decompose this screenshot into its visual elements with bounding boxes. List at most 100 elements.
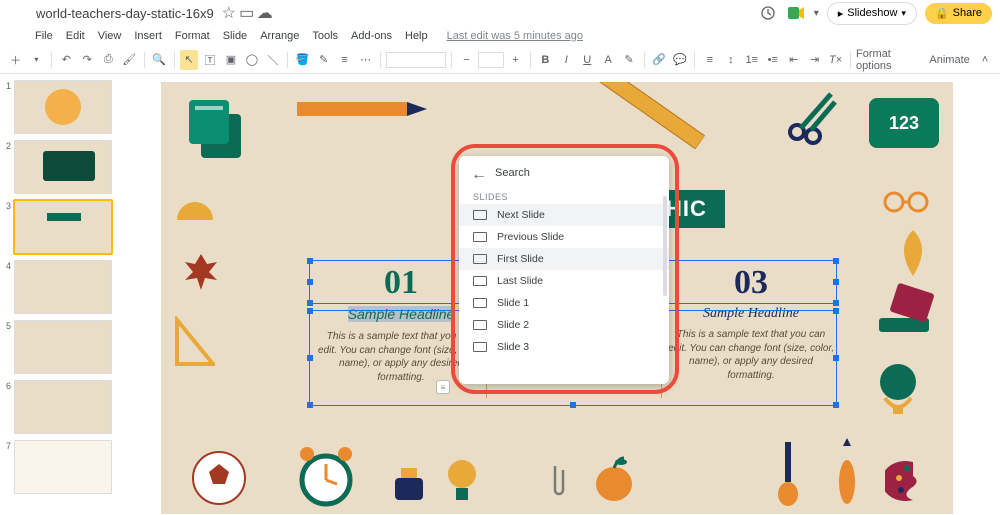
thumb-7[interactable]: [14, 440, 112, 494]
print-button[interactable]: ⎙: [99, 50, 118, 70]
move-icon[interactable]: ▭: [241, 7, 253, 19]
slide-icon: [473, 276, 487, 286]
menu-view[interactable]: View: [98, 30, 122, 42]
menu-bar: File Edit View Insert Format Slide Arran…: [0, 26, 1000, 46]
title-bar: world-teachers-day-static-16x9 ☆ ▭ ☁ ▾ ▸…: [0, 0, 1000, 26]
chalkboard-123: 123: [869, 98, 939, 148]
paintbrush-icon: [773, 442, 803, 508]
popup-scrollbar[interactable]: [663, 196, 667, 296]
menu-edit[interactable]: Edit: [66, 30, 85, 42]
search-item-previous-slide[interactable]: Previous Slide: [459, 226, 669, 248]
search-label[interactable]: Search: [495, 167, 530, 179]
border-weight-button[interactable]: ≡: [335, 50, 354, 70]
speaker-notes-handle-icon[interactable]: ≡: [436, 380, 450, 394]
format-options-button[interactable]: Format options: [856, 48, 923, 72]
book-stack-icon: [873, 278, 943, 348]
thumb-number: 4: [4, 260, 14, 314]
animate-button[interactable]: Animate: [929, 54, 969, 66]
menu-slide[interactable]: Slide: [223, 30, 247, 42]
line-tool[interactable]: ＼: [263, 50, 282, 70]
palette-icon: [885, 458, 941, 504]
search-item-next-slide[interactable]: Next Slide: [459, 204, 669, 226]
comment-button[interactable]: 💬: [671, 50, 690, 70]
search-item-slide-1[interactable]: Slide 1: [459, 292, 669, 314]
cloud-icon[interactable]: ☁: [259, 7, 271, 19]
last-edit-link[interactable]: Last edit was 5 minutes ago: [447, 30, 583, 42]
search-item-label: Slide 2: [497, 319, 529, 331]
toolbar-chevron-up-icon[interactable]: ˄: [976, 50, 994, 70]
underline-button[interactable]: U: [578, 50, 597, 70]
search-item-first-slide[interactable]: First Slide: [459, 248, 669, 270]
zoom-button[interactable]: 🔍: [150, 50, 169, 70]
bulleted-list-button[interactable]: •≡: [763, 50, 782, 70]
link-button[interactable]: 🔗: [650, 50, 669, 70]
border-dash-button[interactable]: ⋯: [356, 50, 375, 70]
clear-format-button[interactable]: T×: [826, 50, 845, 70]
paint-format-button[interactable]: 🖌: [120, 50, 139, 70]
select-tool[interactable]: ↖: [180, 50, 199, 70]
search-item-label: Slide 3: [497, 341, 529, 353]
menu-help[interactable]: Help: [405, 30, 428, 42]
line-spacing-button[interactable]: ↕: [721, 50, 740, 70]
menu-addons[interactable]: Add-ons: [351, 30, 392, 42]
share-label: Share: [953, 7, 982, 19]
globe-icon: [873, 358, 923, 418]
indent-decrease-button[interactable]: ⇤: [784, 50, 803, 70]
meet-icon[interactable]: [786, 3, 806, 23]
font-size-input[interactable]: [478, 52, 504, 68]
highlight-button[interactable]: ✎: [620, 50, 639, 70]
search-item-last-slide[interactable]: Last Slide: [459, 270, 669, 292]
slideshow-button[interactable]: ▸ Slideshow ▾: [827, 2, 917, 25]
thumbnail-panel[interactable]: 1 2 3 4 5 6 7: [0, 74, 120, 515]
share-button[interactable]: 🔒 Share: [925, 3, 992, 24]
border-color-button[interactable]: ✎: [314, 50, 333, 70]
thumb-5[interactable]: [14, 320, 112, 374]
doc-title[interactable]: world-teachers-day-static-16x9: [36, 6, 214, 21]
thumb-1[interactable]: [14, 80, 112, 134]
search-item-slide-2[interactable]: Slide 2: [459, 314, 669, 336]
thumb-6[interactable]: [14, 380, 112, 434]
font-size-minus[interactable]: −: [457, 50, 476, 70]
soccer-ball-icon: [191, 450, 247, 506]
menu-file[interactable]: File: [35, 30, 53, 42]
search-item-label: Last Slide: [497, 275, 543, 287]
new-slide-button[interactable]: ＋: [6, 50, 25, 70]
indent-increase-button[interactable]: ⇥: [805, 50, 824, 70]
star-icon[interactable]: ☆: [223, 7, 235, 19]
menu-insert[interactable]: Insert: [134, 30, 162, 42]
thumb-2[interactable]: [14, 140, 112, 194]
fill-color-button[interactable]: 🪣: [293, 50, 312, 70]
thumb-number: 2: [4, 140, 14, 194]
shape-tool[interactable]: ◯: [242, 50, 261, 70]
image-tool[interactable]: ▣: [221, 50, 240, 70]
history-icon[interactable]: [758, 3, 778, 23]
lock-icon: 🔒: [935, 7, 949, 20]
numbered-list-button[interactable]: 1≡: [742, 50, 761, 70]
font-select[interactable]: [386, 52, 446, 68]
menu-tools[interactable]: Tools: [312, 30, 338, 42]
chevron-down-icon: ▾: [901, 8, 906, 19]
back-arrow-icon[interactable]: ←: [471, 166, 485, 180]
menu-arrange[interactable]: Arrange: [260, 30, 299, 42]
thumb-3[interactable]: [14, 200, 112, 254]
bold-button[interactable]: B: [536, 50, 555, 70]
slideshow-label: Slideshow: [847, 7, 897, 19]
text-color-button[interactable]: A: [599, 50, 618, 70]
canvas-area[interactable]: 123 NFOGRAPHIC 01 Sample Hea: [120, 74, 1000, 515]
leaf-icon: [893, 228, 933, 278]
font-size-plus[interactable]: +: [506, 50, 525, 70]
search-menu-popup: ← Search SLIDES Next Slide Previous Slid…: [459, 156, 669, 384]
thumb-number: 3: [4, 200, 14, 254]
search-item-slide-3[interactable]: Slide 3: [459, 336, 669, 358]
textbox-tool[interactable]: 🅃: [200, 50, 219, 70]
new-slide-dropdown-icon[interactable]: ▾: [27, 50, 46, 70]
italic-button[interactable]: I: [557, 50, 576, 70]
slide-icon: [473, 210, 487, 220]
align-button[interactable]: ≡: [700, 50, 719, 70]
redo-button[interactable]: ↷: [78, 50, 97, 70]
thumb-4[interactable]: [14, 260, 112, 314]
meet-dropdown-icon[interactable]: ▾: [814, 8, 819, 19]
undo-button[interactable]: ↶: [57, 50, 76, 70]
ruler-icon: [590, 82, 711, 159]
menu-format[interactable]: Format: [175, 30, 210, 42]
